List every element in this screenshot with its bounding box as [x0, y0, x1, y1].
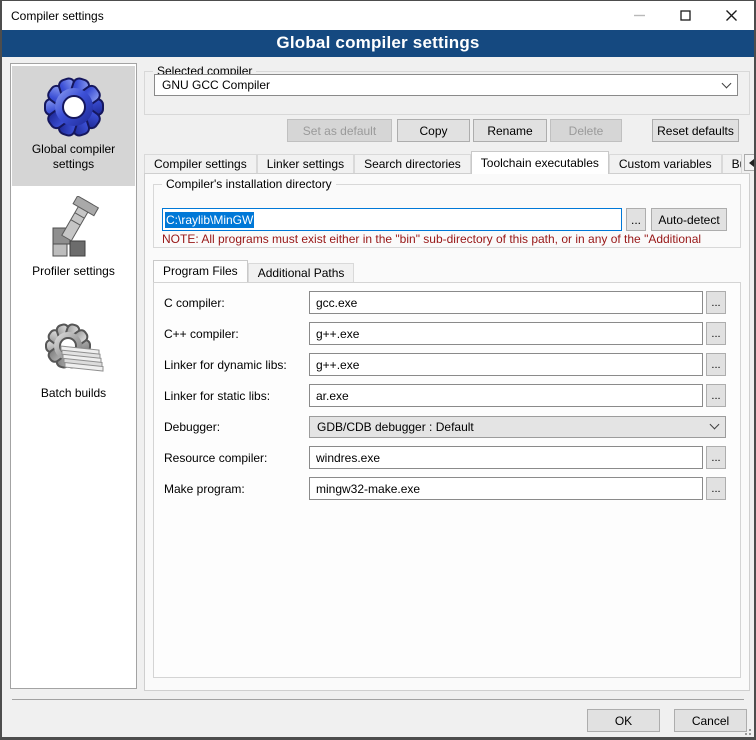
group-label: Compiler's installation directory	[162, 177, 336, 191]
close-button[interactable]	[708, 1, 754, 30]
delete-button[interactable]: Delete	[550, 119, 622, 142]
gear-stack-icon	[12, 310, 135, 386]
installation-directory-input[interactable]: C:\raylib\MinGW	[162, 208, 622, 231]
sidebar-item-profiler-settings[interactable]: Profiler settings	[12, 188, 135, 308]
field-row-debugger: Debugger: GDB/CDB debugger : Default	[164, 415, 726, 438]
auto-detect-button[interactable]: Auto-detect	[651, 208, 727, 231]
minimize-button[interactable]	[616, 1, 662, 30]
chevron-down-icon	[710, 420, 720, 430]
selected-compiler-dropdown[interactable]: GNU GCC Compiler	[154, 74, 738, 96]
tab-build-options[interactable]: Build	[722, 154, 742, 174]
field-label: Linker for static libs:	[164, 389, 309, 403]
window-title: Compiler settings	[11, 9, 104, 23]
tab-custom-variables[interactable]: Custom variables	[609, 154, 722, 174]
sidebar-item-global-compiler-settings[interactable]: Global compiler settings	[12, 66, 135, 186]
c-compiler-input[interactable]	[309, 291, 703, 314]
browse-ellipsis-button[interactable]: ...	[626, 208, 646, 231]
resource-compiler-input[interactable]	[309, 446, 703, 469]
field-label: Make program:	[164, 482, 309, 496]
window-controls	[616, 1, 754, 30]
debugger-dropdown[interactable]: GDB/CDB debugger : Default	[309, 416, 726, 438]
field-row-make-program: Make program: ...	[164, 477, 726, 500]
field-row-linker-static: Linker for static libs: ...	[164, 384, 726, 407]
browse-ellipsis-button[interactable]: ...	[706, 477, 726, 500]
set-as-default-button[interactable]: Set as default	[287, 119, 392, 142]
field-row-resource-compiler: Resource compiler: ...	[164, 446, 726, 469]
resize-grip[interactable]	[740, 724, 752, 736]
cancel-button[interactable]: Cancel	[674, 709, 747, 732]
field-label: Resource compiler:	[164, 451, 309, 465]
reset-defaults-button[interactable]: Reset defaults	[652, 119, 739, 142]
sidebar-item-label: Profiler settings	[12, 264, 135, 279]
tab-linker-settings[interactable]: Linker settings	[257, 154, 354, 174]
titlebar: Compiler settings	[2, 1, 754, 30]
page-title: Global compiler settings	[2, 30, 754, 57]
rename-button[interactable]: Rename	[473, 119, 547, 142]
tab-search-directories[interactable]: Search directories	[354, 154, 471, 174]
browse-ellipsis-button[interactable]: ...	[706, 291, 726, 314]
footer-divider	[12, 699, 744, 700]
field-label: C++ compiler:	[164, 327, 309, 341]
linker-static-input[interactable]	[309, 384, 703, 407]
caliper-icon	[12, 188, 135, 264]
copy-button[interactable]: Copy	[397, 119, 470, 142]
tab-scroll-buttons	[743, 154, 756, 171]
field-row-cpp-compiler: C++ compiler: ...	[164, 322, 726, 345]
compiler-settings-dialog: Compiler settings Global compiler settin…	[0, 0, 756, 740]
tab-toolchain-executables[interactable]: Toolchain executables	[471, 151, 609, 174]
field-row-linker-dynamic: Linker for dynamic libs: ...	[164, 353, 726, 376]
program-files-tabstrip: Program Files Additional Paths	[153, 260, 354, 282]
maximize-button[interactable]	[662, 1, 708, 30]
browse-ellipsis-button[interactable]: ...	[706, 384, 726, 407]
cpp-compiler-input[interactable]	[309, 322, 703, 345]
selected-compiler-value: GNU GCC Compiler	[162, 78, 723, 92]
toolchain-tabstrip: Compiler settings Linker settings Search…	[144, 151, 750, 174]
bin-subdirectory-note: NOTE: All programs must exist either in …	[162, 232, 738, 246]
debugger-value: GDB/CDB debugger : Default	[317, 420, 711, 434]
close-icon	[726, 10, 737, 21]
browse-ellipsis-button[interactable]: ...	[706, 446, 726, 469]
main-panel: Selected compiler GNU GCC Compiler Set a…	[144, 57, 750, 701]
ok-button[interactable]: OK	[587, 709, 660, 732]
linker-dynamic-input[interactable]	[309, 353, 703, 376]
field-label: C compiler:	[164, 296, 309, 310]
chevron-down-icon	[722, 78, 732, 88]
blue-gear-icon	[12, 66, 135, 142]
sidebar-item-label: Batch builds	[12, 386, 135, 401]
scroll-left-icon	[749, 159, 754, 167]
tab-program-files[interactable]: Program Files	[153, 260, 248, 282]
toolchain-executables-page: Compiler's installation directory C:\ray…	[144, 173, 750, 691]
tab-additional-paths[interactable]: Additional Paths	[248, 263, 355, 282]
tab-compiler-settings[interactable]: Compiler settings	[144, 154, 257, 174]
settings-category-list: Global compiler settings Profiler settin…	[10, 63, 137, 689]
field-label: Debugger:	[164, 420, 309, 434]
sidebar-item-label: Global compiler settings	[12, 142, 135, 172]
browse-ellipsis-button[interactable]: ...	[706, 322, 726, 345]
sidebar-item-batch-builds[interactable]: Batch builds	[12, 310, 135, 430]
program-files-page: C compiler: ... C++ compiler: ... Linker…	[153, 282, 741, 678]
field-label: Linker for dynamic libs:	[164, 358, 309, 372]
tab-scroll-left-button[interactable]	[744, 154, 756, 171]
installation-directory-group: Compiler's installation directory C:\ray…	[153, 184, 741, 248]
maximize-icon	[680, 10, 691, 21]
browse-ellipsis-button[interactable]: ...	[706, 353, 726, 376]
field-row-c-compiler: C compiler: ...	[164, 291, 726, 314]
make-program-input[interactable]	[309, 477, 703, 500]
installation-directory-value: C:\raylib\MinGW	[165, 212, 254, 228]
minimize-icon	[634, 10, 645, 21]
